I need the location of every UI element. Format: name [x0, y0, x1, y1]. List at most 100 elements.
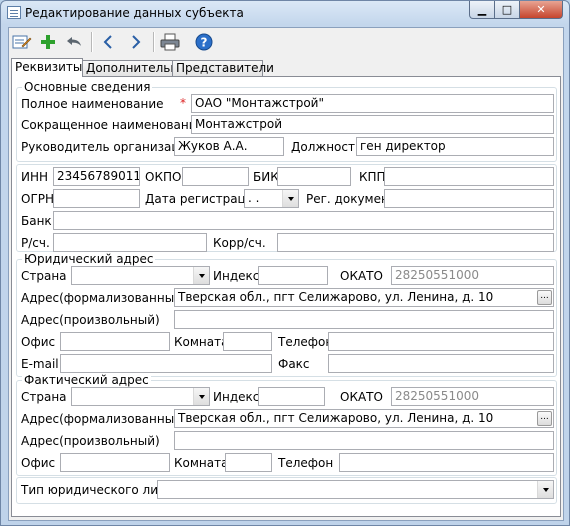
close-icon: ✕: [536, 3, 546, 16]
actual-phone-field[interactable]: [339, 453, 554, 472]
legal-phone-field[interactable]: [328, 332, 554, 351]
dialog-window: Редактирование данных субъекта ▁ □ ✕ ? Р…: [0, 0, 570, 526]
reg-doc-field[interactable]: [384, 189, 554, 208]
okpo-label: ОКПО: [145, 170, 182, 184]
reg-date-value: . .: [248, 191, 260, 205]
actual-index-field[interactable]: [258, 387, 325, 406]
actual-formal-label: Адрес(формализованный): [21, 412, 187, 426]
actual-index-label: Индекс: [213, 390, 260, 404]
actual-office-label: Офис: [21, 456, 56, 470]
chevron-down-icon[interactable]: [537, 481, 553, 498]
required-mark: *: [180, 96, 186, 110]
window-title: Редактирование данных субъекта: [25, 6, 244, 20]
legal-index-label: Индекс: [213, 269, 260, 283]
legal-free-label: Адрес(произвольный): [21, 313, 160, 327]
fax-label: Факс: [278, 357, 310, 371]
bik-label: БИК: [253, 170, 279, 184]
actual-address-title: Фактический адрес: [22, 373, 151, 387]
bank-label: Банк: [21, 214, 52, 228]
print-button[interactable]: [159, 31, 181, 53]
chevron-down-icon[interactable]: [193, 267, 209, 284]
kpp-field[interactable]: [384, 167, 554, 186]
actual-room-field[interactable]: [225, 453, 272, 472]
okpo-field[interactable]: [182, 167, 249, 186]
add-icon: [41, 35, 55, 49]
legal-country-select[interactable]: [71, 266, 210, 285]
email-label: E-mail: [21, 357, 59, 371]
legal-formal-value: Тверская обл., пгт Селижарово, ул. Ленин…: [178, 290, 494, 304]
reg-date-picker[interactable]: . .: [244, 189, 299, 208]
actual-free-label: Адрес(произвольный): [21, 434, 160, 448]
actual-country-select[interactable]: [71, 387, 210, 406]
chevron-down-icon[interactable]: [193, 388, 209, 405]
undo-button[interactable]: [63, 31, 85, 53]
minimize-icon: ▁: [477, 3, 487, 16]
maximize-button[interactable]: □: [495, 1, 520, 19]
close-button[interactable]: ✕: [520, 1, 563, 19]
legal-formal-label: Адрес(формализованный): [21, 291, 187, 305]
corr-account-field[interactable]: [277, 233, 554, 252]
minimize-button[interactable]: ▁: [469, 1, 495, 19]
account-label: Р/сч.: [21, 236, 50, 250]
legal-office-field[interactable]: [60, 332, 170, 351]
inn-field[interactable]: 234567890112: [53, 167, 140, 186]
next-button[interactable]: [125, 31, 147, 53]
actual-phone-label: Телефон: [278, 456, 334, 470]
corr-account-label: Корр/сч.: [213, 236, 266, 250]
legal-index-field[interactable]: [258, 266, 328, 285]
ogrn-field[interactable]: [53, 189, 140, 208]
entity-type-label: Тип юридического лица: [21, 483, 174, 497]
position-field[interactable]: ген директор: [356, 137, 554, 156]
fax-field[interactable]: [328, 354, 554, 373]
legal-room-field[interactable]: [223, 332, 272, 351]
actual-okato-label: ОКАТО: [340, 390, 383, 404]
account-field[interactable]: [53, 233, 207, 252]
legal-phone-label: Телефон: [278, 335, 334, 349]
client-area: ? Реквизиты Дополнительно Представители …: [8, 27, 564, 521]
prev-icon: [103, 35, 112, 49]
tab-representatives[interactable]: Представители: [172, 60, 274, 76]
maximize-icon: □: [501, 3, 513, 16]
short-name-field[interactable]: Монтажстрой: [191, 115, 554, 134]
chevron-down-icon[interactable]: [282, 190, 298, 207]
edit-icon: [12, 35, 32, 49]
actual-formal-field[interactable]: Тверская обл., пгт Селижарово, ул. Ленин…: [174, 409, 554, 428]
actual-room-label: Комната: [174, 456, 229, 470]
next-icon: [132, 35, 141, 49]
title-bar[interactable]: Редактирование данных субъекта ▁ □ ✕: [1, 1, 569, 25]
requisites-panel: Основные сведения Полное наименование * …: [11, 76, 561, 517]
prev-button[interactable]: [97, 31, 119, 53]
legal-formal-field[interactable]: Тверская обл., пгт Селижарово, ул. Ленин…: [174, 288, 554, 307]
full-name-label: Полное наименование: [21, 97, 164, 111]
legal-office-label: Офис: [21, 335, 56, 349]
tab-requisites[interactable]: Реквизиты: [11, 58, 83, 77]
toolbar: ?: [9, 28, 563, 56]
email-field[interactable]: [60, 354, 272, 373]
bik-field[interactable]: [277, 167, 351, 186]
bank-field[interactable]: [53, 211, 554, 230]
ogrn-label: ОГРН: [21, 192, 55, 206]
legal-address-picker-button[interactable]: ...: [537, 290, 552, 305]
tab-additional[interactable]: Дополнительно: [82, 60, 186, 76]
help-button[interactable]: ?: [193, 31, 215, 53]
actual-office-field[interactable]: [60, 453, 170, 472]
actual-country-label: Страна: [21, 390, 67, 404]
print-icon: [160, 33, 180, 51]
legal-room-label: Комната: [174, 335, 229, 349]
kpp-label: КПП: [359, 170, 386, 184]
entity-type-select[interactable]: [157, 480, 554, 499]
actual-address-picker-button[interactable]: ...: [537, 411, 552, 426]
basic-info-title: Основные сведения: [22, 80, 153, 94]
legal-okato-label: ОКАТО: [340, 269, 383, 283]
add-button[interactable]: [37, 31, 59, 53]
full-name-field[interactable]: ОАО "Монтажстрой": [191, 94, 554, 113]
position-label: Должность: [291, 140, 363, 154]
actual-okato-field[interactable]: 28250551000: [391, 387, 554, 406]
actual-country-value: [72, 389, 75, 403]
entity-type-value: [158, 482, 161, 496]
legal-free-field[interactable]: [174, 310, 554, 329]
legal-okato-field[interactable]: 28250551000: [391, 266, 554, 285]
actual-free-field[interactable]: [174, 431, 554, 450]
head-field[interactable]: Жуков А.А.: [174, 137, 284, 156]
edit-button[interactable]: [11, 31, 33, 53]
